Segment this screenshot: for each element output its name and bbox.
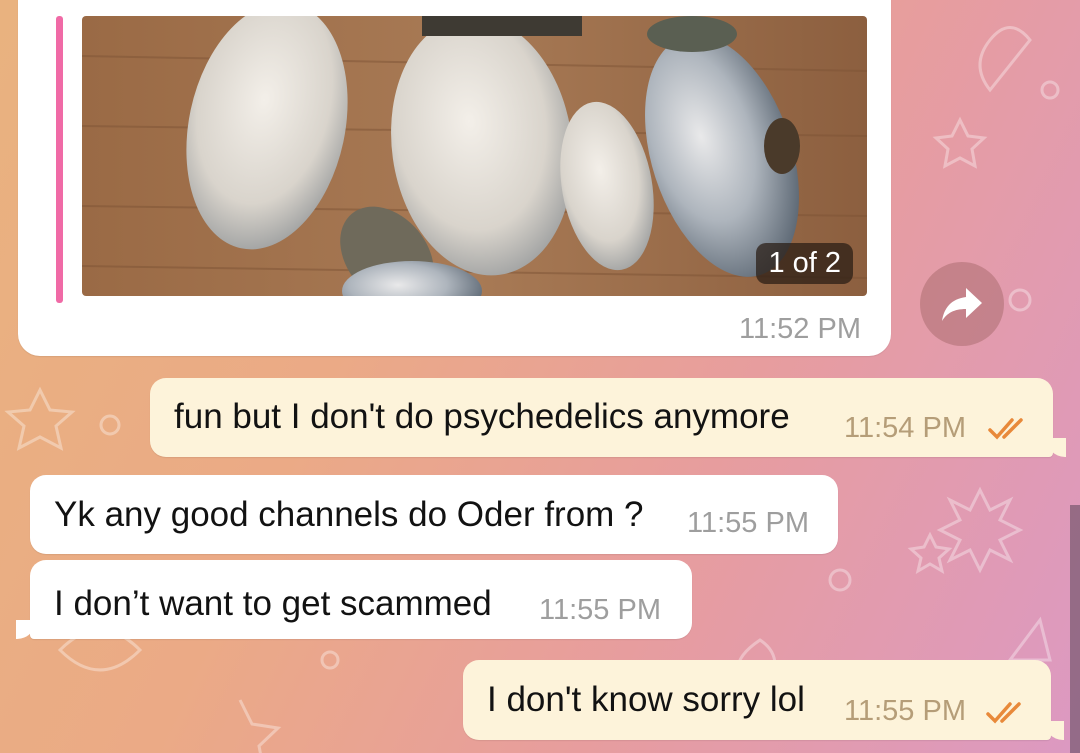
message-time: 11:55 PM	[539, 594, 661, 626]
scrollbar[interactable]	[1070, 505, 1080, 753]
share-arrow-icon	[942, 288, 982, 321]
message-text: I don’t want to get scammed	[54, 584, 492, 623]
media-photo[interactable]: 1 of 2	[82, 16, 867, 296]
message-text: fun but I don't do psychedelics anymore	[174, 397, 790, 436]
message-bubble-outgoing[interactable]: fun but I don't do psychedelics anymore …	[150, 378, 1053, 457]
message-bubble-outgoing[interactable]: I don't know sorry lol 11:55 PM	[463, 660, 1051, 740]
double-check-icon	[986, 702, 1021, 724]
reply-accent-bar	[56, 16, 63, 303]
photo-message-time: 11:52 PM	[739, 313, 861, 345]
share-button[interactable]	[920, 262, 1004, 346]
double-check-icon	[988, 418, 1023, 440]
message-time: 11:55 PM	[687, 507, 809, 539]
message-text: Yk any good channels do Oder from ?	[54, 495, 644, 534]
message-bubble-incoming[interactable]: Yk any good channels do Oder from ? 11:5…	[30, 475, 838, 554]
message-time: 11:54 PM	[844, 412, 966, 444]
message-time: 11:55 PM	[844, 695, 966, 727]
mushroom-photo-image	[82, 16, 867, 296]
message-bubble-incoming[interactable]: I don’t want to get scammed 11:55 PM	[30, 560, 692, 639]
message-text: I don't know sorry lol	[487, 680, 805, 719]
media-counter: 1 of 2	[756, 243, 853, 284]
